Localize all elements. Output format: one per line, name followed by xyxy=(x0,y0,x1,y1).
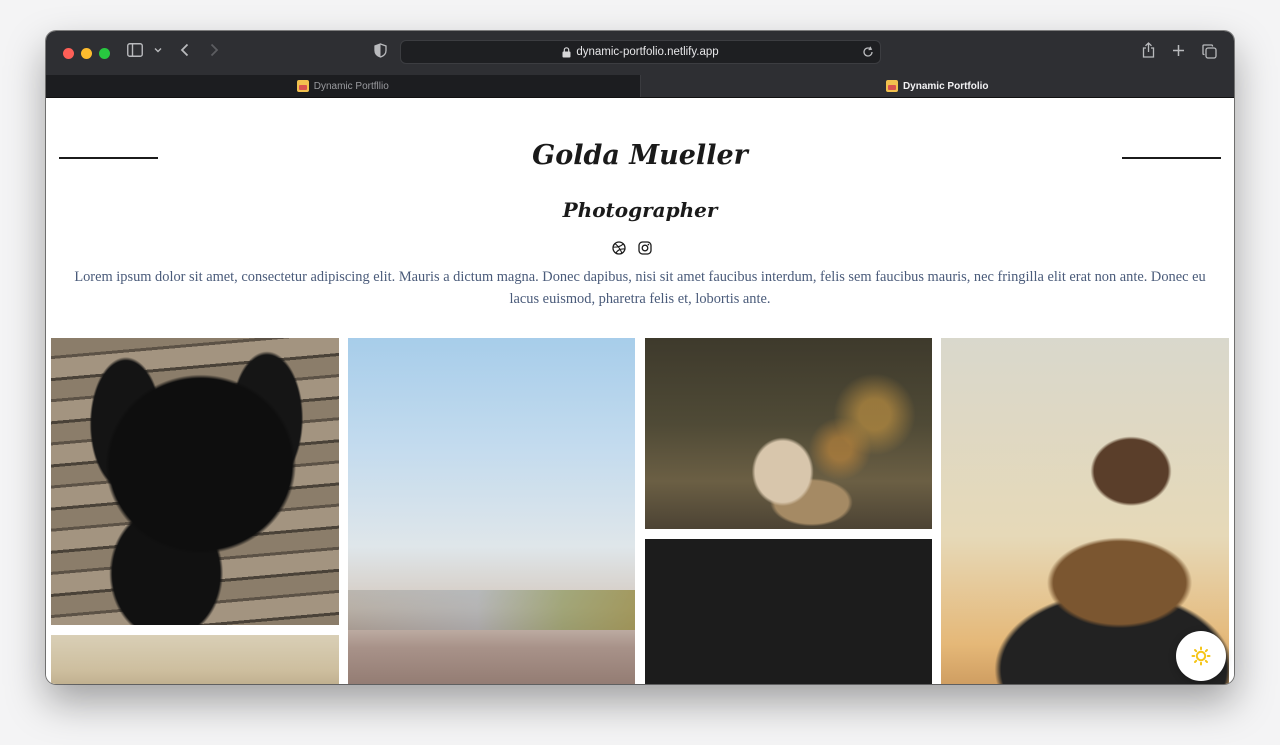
maximize-window-button[interactable] xyxy=(99,48,110,59)
tab-label: Dynamic Portfllio xyxy=(313,80,389,92)
privacy-shield-icon[interactable] xyxy=(374,43,387,58)
tab-dynamic-portfllio[interactable]: Dynamic Portfllio xyxy=(46,75,641,97)
dribbble-icon[interactable] xyxy=(612,241,626,255)
back-arrow-icon[interactable] xyxy=(180,43,190,57)
portfolio-page: Golda Mueller Photographer Lorem ipsum d… xyxy=(46,98,1234,684)
minimize-window-button[interactable] xyxy=(81,48,92,59)
lock-icon xyxy=(562,46,571,58)
url-text: dynamic-portfolio.netlify.app xyxy=(576,46,719,58)
browser-toolbar: dynamic-portfolio.netlify.app xyxy=(46,31,1234,75)
gallery-photo-woman-scarf[interactable] xyxy=(941,338,1229,684)
new-tab-plus-icon[interactable] xyxy=(1172,44,1185,57)
social-links xyxy=(612,241,652,255)
close-window-button[interactable] xyxy=(63,48,74,59)
chevron-down-icon[interactable] xyxy=(154,46,162,54)
address-bar[interactable]: dynamic-portfolio.netlify.app xyxy=(400,40,881,64)
gallery-photo-deer[interactable] xyxy=(645,338,932,529)
share-icon[interactable] xyxy=(1142,42,1155,58)
photographer-name: Golda Mueller xyxy=(532,140,748,171)
gallery-photo-sky[interactable] xyxy=(51,635,339,684)
tab-label: Dynamic Portfolio xyxy=(902,80,989,92)
gallery-photo-beach[interactable] xyxy=(348,338,635,684)
tab-strip: Dynamic Portfllio Dynamic Portfolio xyxy=(46,75,1234,98)
instagram-icon[interactable] xyxy=(638,241,652,255)
tab-dynamic-portfolio[interactable]: Dynamic Portfolio xyxy=(640,75,1234,97)
site-favicon-icon xyxy=(296,80,309,92)
window-controls xyxy=(63,48,110,59)
reload-icon[interactable] xyxy=(862,46,874,58)
gallery-photo-dark[interactable] xyxy=(645,539,932,684)
gallery-photo-puppy[interactable] xyxy=(51,338,339,625)
browser-window: dynamic-portfolio.netlify.app Dynamic Po… xyxy=(46,31,1234,684)
theme-toggle-button[interactable] xyxy=(1176,631,1226,681)
site-favicon-icon xyxy=(885,80,898,92)
sidebar-toggle-icon[interactable] xyxy=(127,43,143,57)
bio-text: Lorem ipsum dolor sit amet, consectetur … xyxy=(74,269,1206,307)
forward-arrow-icon[interactable] xyxy=(209,43,219,57)
photographer-role: Photographer xyxy=(562,198,718,222)
tab-overview-icon[interactable] xyxy=(1202,44,1217,59)
sun-icon xyxy=(1191,646,1211,666)
